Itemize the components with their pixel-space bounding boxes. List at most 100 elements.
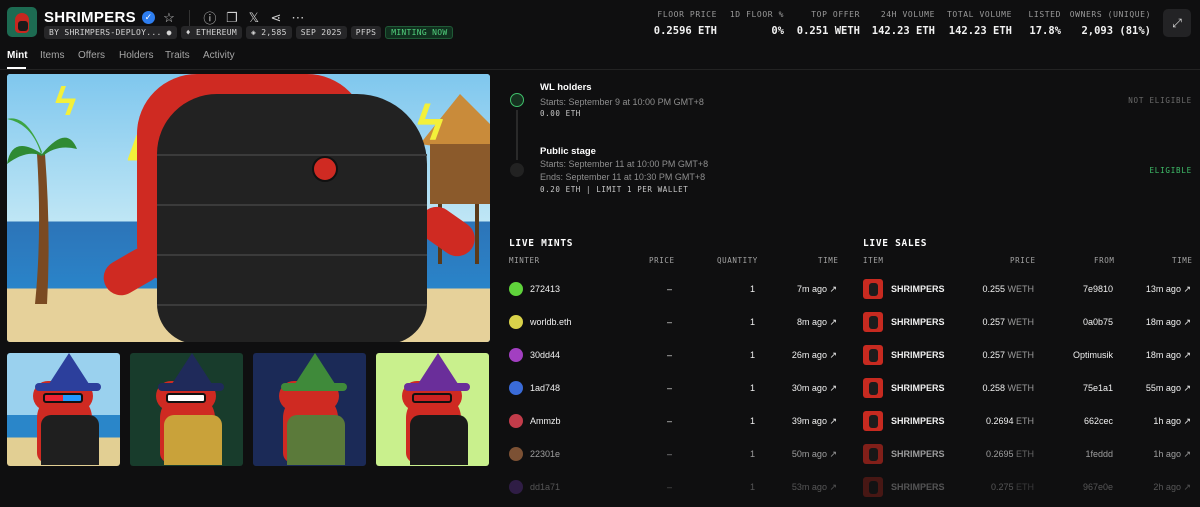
sale-item-name[interactable]: SHRIMPERS (891, 482, 945, 492)
mint-time-link[interactable]: 53m ago ↗ (792, 482, 837, 493)
sale-time-link[interactable]: 1h ago ↗ (1153, 449, 1191, 460)
stat-label: 1D FLOOR % (729, 10, 784, 19)
preview-thumbnail-3[interactable] (253, 353, 366, 466)
preview-thumbnail-4[interactable] (376, 353, 489, 466)
sale-time-link[interactable]: 18m ago ↗ (1146, 350, 1191, 361)
stat-value: 0.251 WETH (796, 25, 860, 37)
stat-label: TOTAL VOLUME (947, 10, 1012, 19)
active-tab-indicator (7, 67, 26, 69)
stat-top-offer: TOP OFFER 0.251 WETH (797, 10, 860, 37)
stat-listed: LISTED 17.8% (1029, 10, 1062, 37)
minter-name[interactable]: 272413 (530, 284, 560, 294)
mint-quantity: 1 (749, 383, 755, 393)
share-icon[interactable]: ⋖ (268, 10, 284, 26)
minter-avatar (509, 315, 523, 329)
mint-quantity: 1 (749, 416, 755, 426)
vest-button (312, 156, 338, 182)
sale-item-name[interactable]: SHRIMPERS (891, 383, 945, 393)
sale-from[interactable]: 662cec (1084, 416, 1113, 426)
mint-price: – (666, 416, 672, 426)
sale-time-link[interactable]: 1h ago ↗ (1153, 416, 1191, 427)
mint-price: – (666, 482, 672, 492)
sale-from[interactable]: 0a0b75 (1083, 317, 1113, 327)
minter-name[interactable]: worldb.eth (530, 317, 572, 327)
sale-from[interactable]: Optimusik (1073, 350, 1113, 360)
sale-time-link[interactable]: 18m ago ↗ (1146, 317, 1191, 328)
stage-eligibility: ELIGIBLE (1149, 166, 1192, 175)
minter-name[interactable]: 22301e (530, 449, 560, 459)
vest-seam (157, 154, 427, 156)
star-icon[interactable]: ☆ (161, 10, 177, 26)
hero-artwork[interactable]: ϟ ϟ ϟ ϟ (7, 74, 490, 342)
sale-item-name[interactable]: SHRIMPERS (891, 350, 945, 360)
stat-value: 142.23 ETH (871, 25, 935, 37)
expand-icon[interactable]: ⤢ (1163, 9, 1191, 37)
minter-name[interactable]: 1ad748 (530, 383, 560, 393)
stat-1d-floor: 1D FLOOR % 0% (730, 10, 784, 37)
category-chip[interactable]: PFPS (350, 26, 382, 39)
minter-avatar (509, 414, 523, 428)
tab-traits[interactable]: Traits (165, 50, 190, 61)
sale-item-name[interactable]: SHRIMPERS (891, 449, 945, 459)
preview-thumbnail-2[interactable] (130, 353, 243, 466)
wizard-hat-brim (281, 383, 347, 391)
preview-thumbnail-1[interactable] (7, 353, 120, 466)
mint-time-link[interactable]: 50m ago ↗ (792, 449, 837, 460)
3d-glasses (43, 393, 83, 403)
stat-value: 2,093 (81%) (1081, 25, 1151, 37)
x-logo-icon[interactable]: 𝕏 (246, 10, 262, 26)
tab-holders[interactable]: Holders (119, 50, 153, 61)
sale-item-name[interactable]: SHRIMPERS (891, 416, 945, 426)
sale-item-name[interactable]: SHRIMPERS (891, 284, 945, 294)
stat-label: FLOOR PRICE (657, 10, 717, 19)
sale-from[interactable]: 75e1a1 (1083, 383, 1113, 393)
minter-avatar (509, 381, 523, 395)
column-header-quantity: QUANTITY (717, 256, 758, 265)
sale-price: 0.258 WETH (982, 383, 1034, 393)
sale-time-link[interactable]: 2h ago ↗ (1153, 482, 1191, 493)
info-icon[interactable]: ⓘ (202, 8, 218, 27)
tab-offers[interactable]: Offers (78, 50, 105, 61)
chain-chip[interactable]: ♦ ETHEREUM (180, 26, 242, 39)
sale-item-name[interactable]: SHRIMPERS (891, 317, 945, 327)
puffer-vest (157, 94, 427, 342)
mint-time-link[interactable]: 7m ago ↗ (797, 284, 837, 295)
stat-label: OWNERS (UNIQUE) (1069, 10, 1151, 19)
minter-avatar (509, 282, 523, 296)
stage-pending-icon (510, 163, 524, 177)
stage-start: Starts: September 11 at 10:00 PM GMT+8 (540, 159, 709, 169)
thumb-jacket (164, 415, 222, 465)
supply-chip: ◈ 2,585 (245, 26, 292, 39)
tab-items[interactable]: Items (40, 50, 64, 61)
sale-from[interactable]: 1feddd (1085, 449, 1113, 459)
sale-time-link[interactable]: 13m ago ↗ (1146, 284, 1191, 295)
sale-price: 0.2694 ETH (985, 416, 1034, 426)
header-divider (188, 9, 190, 26)
minter-name[interactable]: dd1a71 (530, 482, 560, 492)
date-chip: SEP 2025 (295, 26, 347, 39)
minter-name[interactable]: Ammzb (530, 416, 561, 426)
stat-floor-price: FLOOR PRICE 0.2596 ETH (654, 10, 717, 37)
creator-chip[interactable]: BY SHRIMPERS-DEPLOY... ● (44, 26, 177, 39)
tab-activity[interactable]: Activity (203, 50, 235, 61)
mint-time-link[interactable]: 39m ago ↗ (792, 416, 837, 427)
column-header-time: TIME (1172, 256, 1193, 265)
nft-thumbnail (863, 312, 883, 332)
sunglasses (166, 393, 206, 403)
mint-time-link[interactable]: 26m ago ↗ (792, 350, 837, 361)
sale-from[interactable]: 967e0e (1083, 482, 1113, 492)
minter-name[interactable]: 30dd44 (530, 350, 560, 360)
sale-time-link[interactable]: 55m ago ↗ (1146, 383, 1191, 394)
sale-from[interactable]: 7e9810 (1083, 284, 1113, 294)
mint-price: – (666, 350, 672, 360)
palm-tree (7, 118, 77, 304)
stat-value: 17.8% (1029, 25, 1061, 37)
wizard-hat-brim (404, 383, 470, 391)
mint-time-link[interactable]: 30m ago ↗ (792, 383, 837, 394)
collection-logo[interactable] (7, 7, 37, 37)
column-header-price: PRICE (1010, 256, 1036, 265)
mint-time-link[interactable]: 8m ago ↗ (797, 317, 837, 328)
tab-mint[interactable]: Mint (7, 50, 28, 61)
more-icon[interactable]: ⋯ (290, 10, 306, 26)
copy-icon[interactable]: ❐ (224, 10, 240, 26)
